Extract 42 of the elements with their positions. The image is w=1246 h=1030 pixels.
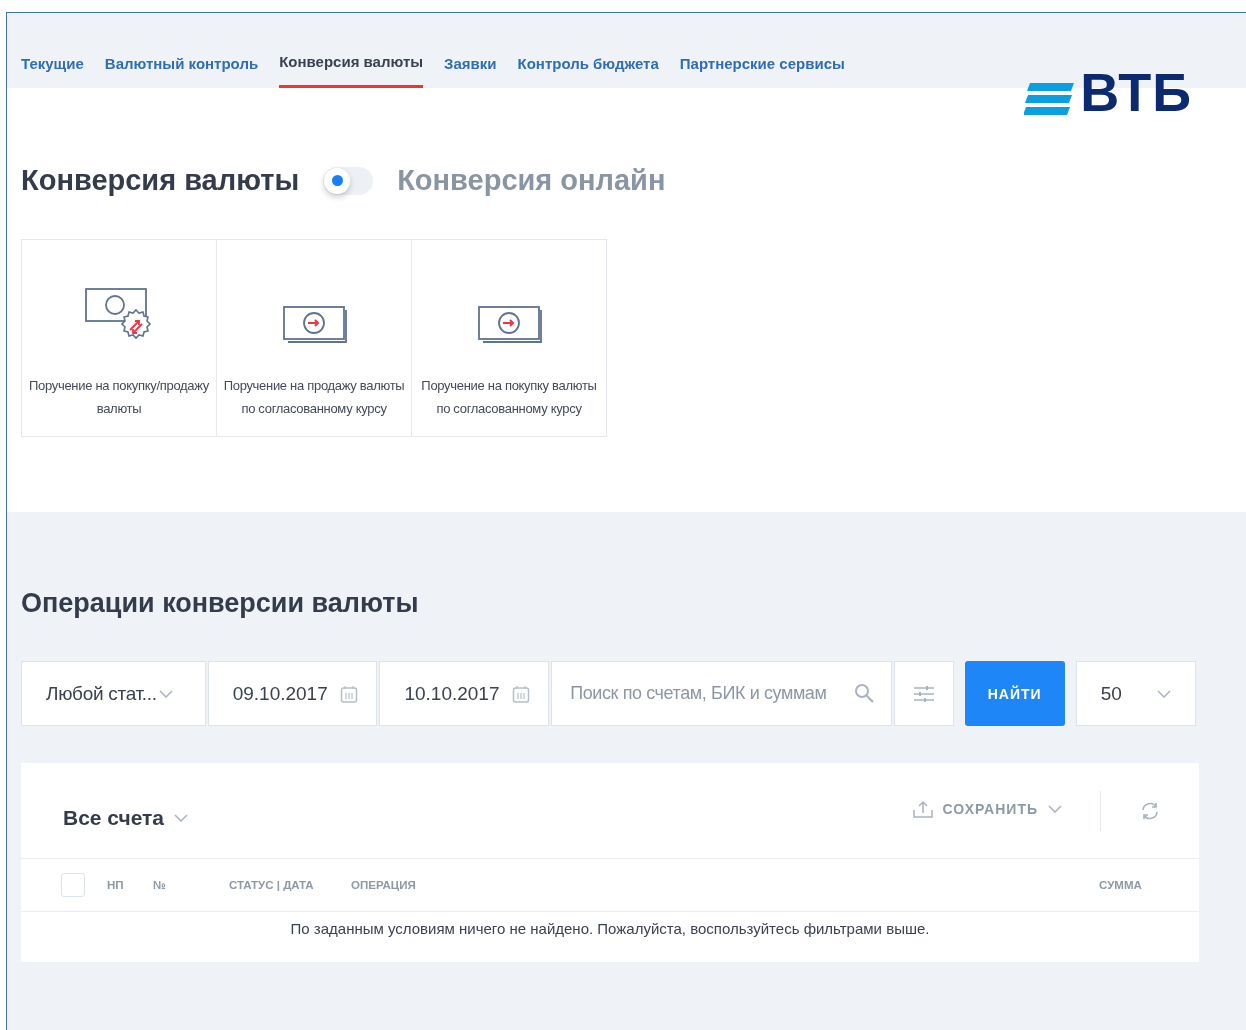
- search-field[interactable]: Поиск по счетам, БИК и суммам: [551, 661, 893, 726]
- nav-tab[interactable]: Валютный контроль: [104, 13, 259, 88]
- column-header: ОПЕРАЦИЯ: [351, 879, 417, 891]
- nav-tab[interactable]: Заявки: [444, 13, 497, 88]
- tile-label: Поручение на покупку валюты по согласованному курсу: [420, 377, 598, 418]
- empty-message: По заданным условиям ничего не найдено. Пожалуйста, воспользуйтесь фильтрами выше.: [289, 919, 931, 939]
- nav-tab[interactable]: Текущие: [21, 13, 84, 88]
- date-from-field[interactable]: 09.10.2017: [207, 661, 378, 726]
- search-icon: [854, 683, 875, 703]
- page-size-dropdown[interactable]: 50: [1075, 661, 1196, 726]
- chevron-down-icon: [1157, 689, 1171, 698]
- order-tile[interactable]: Поручение на покупку валюты по согласованному курсу: [411, 239, 607, 437]
- nav-tab[interactable]: Партнерские сервисы: [679, 13, 845, 88]
- filter-settings-button[interactable]: [894, 661, 954, 726]
- page-title: Конверсия валюты: [21, 164, 300, 197]
- find-button[interactable]: НАЙТИ: [964, 661, 1065, 726]
- date-to-field[interactable]: 10.10.2017: [379, 661, 550, 726]
- calendar-icon[interactable]: [512, 684, 531, 703]
- chevron-down-icon: [174, 813, 189, 822]
- mode-toggle[interactable]: [323, 166, 374, 195]
- status-dropdown[interactable]: Любой стат...: [21, 661, 206, 726]
- sliders-icon: [912, 684, 935, 703]
- tile-label: Поручение на продажу валюты по согласованному курсу: [222, 377, 406, 418]
- select-all-checkbox[interactable]: [61, 873, 85, 897]
- order-tile[interactable]: Поручение на продажу валюты по согласованному курсу: [216, 239, 412, 437]
- alt-mode-title: Конверсия онлайн: [397, 164, 666, 197]
- bank-logo: ВТБ: [1024, 69, 1192, 115]
- account-dropdown[interactable]: Все счета: [63, 805, 189, 830]
- calendar-icon[interactable]: [340, 684, 359, 703]
- tile-label: Поручение на покупку/продажу валюты: [28, 377, 210, 418]
- upload-icon: [912, 799, 933, 818]
- order-tile[interactable]: Поручение на покупку/продажу валюты: [21, 239, 217, 437]
- column-header: НП: [107, 879, 125, 891]
- chevron-down-icon: [1048, 804, 1062, 813]
- chevron-down-icon: [158, 689, 173, 698]
- column-header: СУММА: [1099, 879, 1143, 891]
- refresh-icon[interactable]: [1139, 801, 1161, 820]
- section-title: Операции конверсии валюты: [21, 588, 420, 619]
- column-header: №: [153, 879, 167, 891]
- nav-tab[interactable]: Конверсия валюты: [279, 13, 424, 88]
- nav-tab[interactable]: Контроль бюджета: [517, 13, 659, 88]
- column-header: СТАТУС | ДАТА: [229, 879, 315, 891]
